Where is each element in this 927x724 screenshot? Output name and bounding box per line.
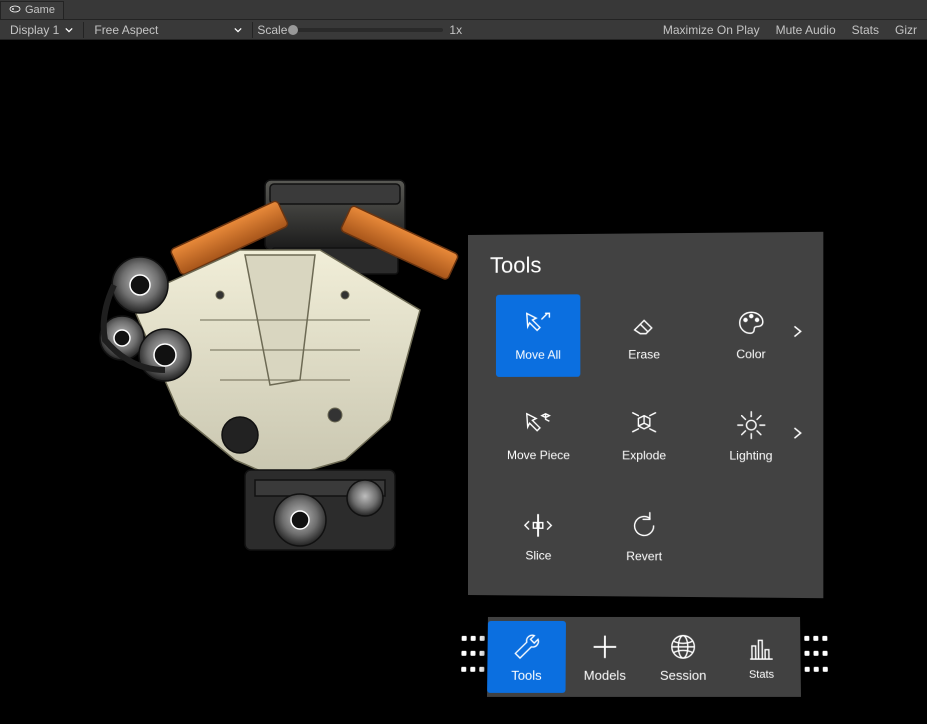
scale-label: Scale [257,23,287,37]
tool-label: Lighting [729,448,772,462]
tool-slice[interactable]: Slice [490,495,587,578]
tool-move-piece[interactable]: Move Piece [490,395,587,477]
aspect-label: Free Aspect [94,23,158,37]
dock-models[interactable]: Models [566,621,644,693]
gizmos-button[interactable]: Gizr [889,20,923,39]
chevron-down-icon [234,23,242,37]
editor-tab-strip: Game [0,0,927,20]
palette-icon [736,308,767,339]
scale-slider-track[interactable] [293,28,443,32]
explode-icon [629,410,659,440]
globe-icon [668,631,698,661]
chevron-down-icon [65,23,73,37]
scale-value: 1x [449,23,462,37]
dock-label: Models [584,667,626,682]
revert-icon [629,511,659,541]
chevron-right-icon [792,426,802,443]
game-view-toolbar: Display 1 Free Aspect Scale 1x Maximize … [0,20,927,40]
tool-color[interactable]: Color [701,293,800,377]
scale-control[interactable]: Scale 1x [257,23,462,37]
display-dropdown[interactable]: Display 1 [4,20,79,39]
game-tab[interactable]: Game [0,1,64,19]
wrench-icon [512,631,542,661]
game-tab-label: Game [25,4,55,16]
tool-lighting[interactable]: Lighting [701,395,800,478]
dock-session[interactable]: Session [644,621,722,693]
plus-icon [590,631,620,661]
tools-panel-title: Tools [490,250,801,279]
bottom-dock: Tools Models Session Stats [464,614,824,700]
separator [83,22,84,38]
tool-erase[interactable]: Erase [595,294,693,377]
stats-button[interactable]: Stats [846,20,885,39]
dock-body: Tools Models Session Stats [487,617,801,697]
engine-3d-model[interactable] [70,170,490,590]
tools-grid: Move All Erase Color [490,293,801,580]
dock-label: Session [660,667,707,682]
controller-icon [9,3,21,18]
tools-panel: Tools Move All Erase Color [468,232,823,598]
tool-label: Color [736,347,765,361]
erase-icon [629,309,659,339]
game-viewport[interactable]: Tools Move All Erase Color [0,40,927,724]
tool-revert[interactable]: Revert [595,496,693,579]
tool-label: Slice [525,548,551,562]
slice-icon [523,510,553,540]
tool-label: Erase [628,347,660,361]
tool-label: Move Piece [507,448,570,462]
dock-stats[interactable]: Stats [722,621,801,693]
tool-label: Revert [626,549,662,563]
mute-audio-button[interactable]: Mute Audio [770,20,842,39]
dock-label: Tools [511,667,542,682]
drag-handle-left[interactable] [459,634,486,680]
lighting-icon [736,410,767,440]
dock-tools[interactable]: Tools [487,621,566,693]
move-all-icon [523,310,553,340]
tool-move-all[interactable]: Move All [496,294,580,377]
tool-label: Explode [622,448,666,462]
maximize-on-play-button[interactable]: Maximize On Play [657,20,766,39]
tool-explode[interactable]: Explode [595,395,693,478]
display-label: Display 1 [10,23,59,37]
tool-label: Move All [515,348,561,362]
chevron-right-icon [792,324,802,341]
drag-handle-right[interactable] [802,634,829,680]
scale-slider-thumb[interactable] [288,25,298,35]
move-piece-icon [523,410,553,440]
aspect-dropdown[interactable]: Free Aspect [88,20,248,39]
bar-chart-icon [746,633,776,663]
separator [252,22,253,38]
dock-label: Stats [749,669,774,681]
